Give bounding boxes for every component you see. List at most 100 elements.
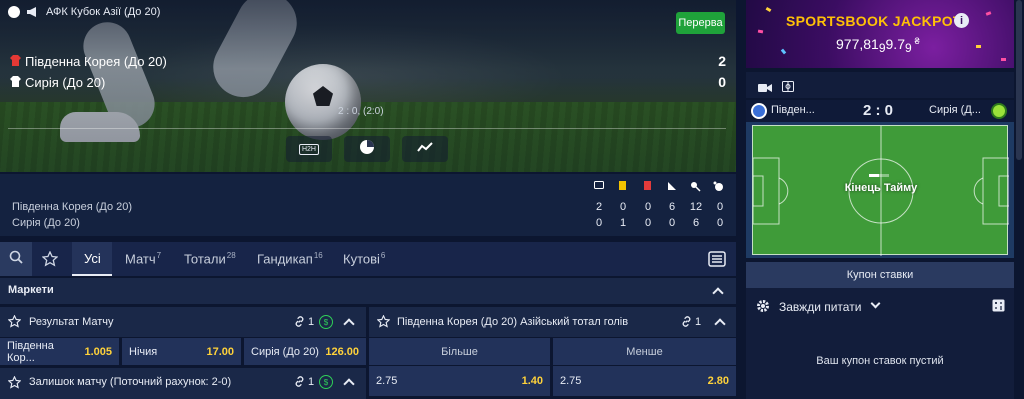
scrollbar[interactable] xyxy=(1016,0,1022,160)
pie-chart-icon xyxy=(359,139,375,160)
jackpot-rolling-digit: 9 xyxy=(904,41,912,55)
search-icon xyxy=(9,250,23,269)
tab-handicap[interactable]: Гандикап16 xyxy=(257,251,323,266)
tracker-scoreboard: Півден... 2 : 0 Сирія (Д... xyxy=(746,100,1014,122)
line-value: 2.75 xyxy=(560,375,582,387)
link-count: 1 xyxy=(308,376,315,388)
outcome-odd: 1.005 xyxy=(84,345,112,358)
coupon-settings-row: Завжди питати xyxy=(746,292,1014,320)
pitch-status: Кінець Тайму xyxy=(844,182,918,194)
gear-icon[interactable] xyxy=(756,299,770,318)
stat-value: 0 xyxy=(595,217,603,229)
stat-value: 0 xyxy=(619,201,627,213)
jackpot-amount: 977,81 9 9.7 9 ₴ xyxy=(836,36,920,55)
favorites-tab[interactable] xyxy=(41,250,59,272)
field-tracker-icon[interactable] xyxy=(782,79,794,97)
list-view-button[interactable] xyxy=(708,251,726,272)
h2h-button[interactable]: H2H xyxy=(286,136,332,162)
star-icon xyxy=(41,250,59,271)
column-header-over: Більше xyxy=(369,338,550,365)
home-team-row: Південна Корея (До 20) 2 xyxy=(10,52,726,70)
chevron-down-icon[interactable] xyxy=(870,298,881,309)
video-camera-icon[interactable] xyxy=(758,80,772,98)
outcome-label: Південна Кор... xyxy=(7,339,54,364)
star-icon[interactable] xyxy=(376,314,391,333)
stat-value: 1 xyxy=(619,217,627,229)
column-header-under: Менше xyxy=(553,338,736,365)
odds-change-setting[interactable]: Завжди питати xyxy=(779,300,861,314)
outcome-odd: 1.40 xyxy=(521,375,543,387)
tab-totals[interactable]: Тотали28 xyxy=(184,251,236,266)
market-tabs-bar: Усі Матч7 Тотали28 Гандикап16 Кутові6 xyxy=(0,242,736,276)
home-score: 2 xyxy=(718,53,726,69)
market-title: Результат Матчу xyxy=(29,316,114,328)
tab-corners[interactable]: Кутові6 xyxy=(343,251,385,266)
line-value: 2.75 xyxy=(376,375,398,387)
home-team-logo-icon xyxy=(751,103,767,119)
tracker-home-name: Півден... xyxy=(771,104,815,116)
half-indicator-filled xyxy=(869,174,879,177)
h2h-icon: H2H xyxy=(298,143,319,155)
jackpot-title: SPORTSBOOK JACKPOT xyxy=(786,13,962,29)
competition-header: АФК Кубок Азії (До 20) xyxy=(8,6,160,18)
status-badge: Перерва xyxy=(676,12,725,34)
stat-value: 6 xyxy=(668,201,676,213)
odd-button-over[interactable]: 2.75 1.40 xyxy=(369,366,550,396)
match-tracker-pitch: Кінець Тайму xyxy=(746,122,1014,258)
coupon-title[interactable]: Купон ставки xyxy=(746,262,1014,288)
tab-match[interactable]: Матч7 xyxy=(125,251,161,266)
link-icon xyxy=(680,315,693,333)
tab-label: Кутові xyxy=(343,251,380,267)
trend-line-icon xyxy=(417,140,433,158)
info-icon[interactable]: i xyxy=(954,13,969,28)
outcome-button[interactable]: Південна Кор... 1.005 xyxy=(0,338,119,365)
star-icon[interactable] xyxy=(7,314,22,333)
star-icon[interactable] xyxy=(7,375,22,394)
half-indicator-empty xyxy=(879,174,889,177)
market-result-header[interactable]: Результат Матчу 1 $ xyxy=(0,307,366,337)
sportsbook-jackpot-banner[interactable]: SPORTSBOOK JACKPOT i 977,81 9 9.7 9 ₴ xyxy=(746,0,1014,68)
outcome-label: Нічия xyxy=(129,345,158,358)
list-icon xyxy=(708,251,726,271)
outcome-button[interactable]: Нічия 17.00 xyxy=(122,338,241,365)
yellow-card-icon xyxy=(619,181,626,192)
tab-count: 16 xyxy=(313,251,323,260)
competition-name[interactable]: АФК Кубок Азії (До 20) xyxy=(46,6,160,18)
dollar-icon: $ xyxy=(319,315,333,329)
coupon-empty-message: Ваш купон ставок пустий xyxy=(816,355,944,367)
dollar-icon: $ xyxy=(319,375,333,389)
outcome-button[interactable]: Сирія (До 20) 126.00 xyxy=(244,338,366,365)
tab-label: Гандикап xyxy=(257,251,313,267)
tab-all[interactable]: Усі xyxy=(84,251,101,266)
stat-value: 6 xyxy=(692,217,700,229)
corner-icon xyxy=(667,181,677,193)
markets-header[interactable]: Маркети xyxy=(0,278,736,304)
stat-value: 0 xyxy=(668,217,676,229)
match-stats-table: Південна Корея (До 20) Сирія (До 20) 2 0… xyxy=(0,174,736,236)
odd-button-under[interactable]: 2.75 2.80 xyxy=(553,366,736,396)
chevron-up-icon xyxy=(712,287,724,299)
tab-count: 7 xyxy=(156,251,162,260)
tab-label: Тотали xyxy=(184,251,226,267)
shots-on-target-icon xyxy=(713,181,724,194)
market-remainder-header[interactable]: Залишок матчу (Поточний рахунок: 2-0) 1 … xyxy=(0,368,366,399)
stat-value: 0 xyxy=(716,217,724,229)
away-team-row: Сирія (До 20) 0 xyxy=(10,73,726,91)
chevron-up-icon[interactable] xyxy=(714,318,726,330)
outcome-odd: 17.00 xyxy=(206,345,234,358)
chevron-up-icon[interactable] xyxy=(343,378,355,390)
tab-count: 28 xyxy=(226,251,236,260)
calculator-icon[interactable] xyxy=(992,299,1005,317)
away-team-logo-icon xyxy=(991,103,1007,119)
market-asian-total-header[interactable]: Південна Корея (До 20) Азійський тотал г… xyxy=(369,307,736,337)
chevron-up-icon[interactable] xyxy=(343,318,355,330)
red-card-icon xyxy=(644,181,651,192)
search-button[interactable] xyxy=(0,242,32,276)
stats-home-name: Південна Корея (До 20) xyxy=(12,201,133,213)
trend-button[interactable] xyxy=(402,136,448,162)
stats-pie-button[interactable] xyxy=(344,136,390,162)
home-team-name: Південна Корея (До 20) xyxy=(25,53,167,69)
jackpot-amount-value: 977,81 xyxy=(836,36,879,52)
bet-coupon: Купон ставки Завжди питати Ваш купон ста… xyxy=(746,262,1014,399)
football-icon xyxy=(8,6,20,18)
